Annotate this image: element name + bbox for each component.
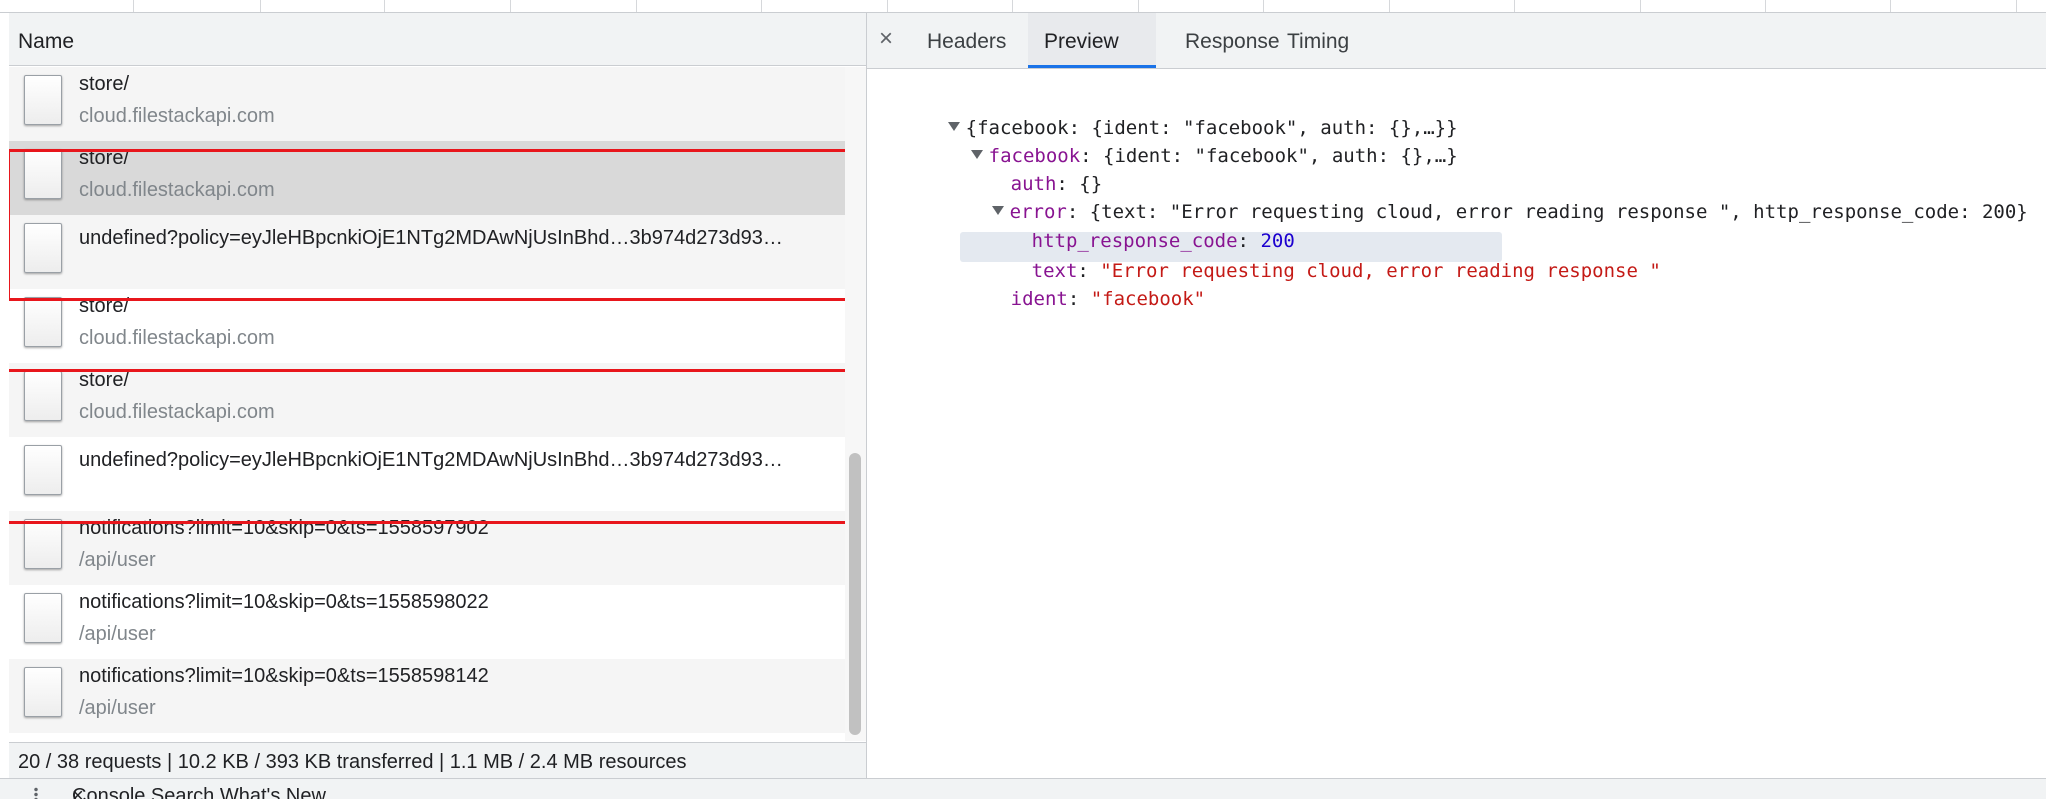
request-domain: cloud.filestackapi.com bbox=[79, 327, 275, 349]
document-icon bbox=[24, 445, 62, 495]
request-name: undefined?policy=eyJleHBpcnkiOjE1NTg2MDA… bbox=[79, 227, 783, 249]
timeline-gridline bbox=[1012, 0, 1013, 12]
request-list-scrollbar[interactable] bbox=[845, 67, 866, 741]
document-icon bbox=[24, 593, 62, 643]
name-column-header[interactable]: Name bbox=[9, 13, 866, 66]
drawer-tabs-label[interactable]: Console Search What's New bbox=[72, 785, 326, 799]
close-icon[interactable]: × bbox=[879, 27, 893, 51]
timeline-gridline bbox=[887, 0, 888, 12]
request-row[interactable]: undefined?policy=eyJleHBpcnkiOjE1NTg2MDA… bbox=[9, 437, 845, 511]
document-icon bbox=[24, 667, 62, 717]
request-details-panel: × Headers Preview Response Timing {faceb… bbox=[867, 13, 2046, 778]
request-path: /api/user bbox=[79, 623, 156, 645]
request-row[interactable]: store/ cloud.filestackapi.com bbox=[9, 67, 845, 141]
request-row-selected[interactable]: store/ cloud.filestackapi.com bbox=[9, 141, 845, 215]
timeline-gridline bbox=[761, 0, 762, 12]
name-column-label: Name bbox=[18, 30, 75, 53]
tab-headers[interactable]: Headers bbox=[927, 30, 1006, 54]
document-icon bbox=[24, 297, 62, 347]
tab-timing[interactable]: Timing bbox=[1287, 30, 1349, 54]
request-name: notifications?limit=10&skip=0&ts=1558598… bbox=[79, 591, 489, 613]
request-name: undefined?policy=eyJleHBpcnkiOjE1NTg2MDA… bbox=[79, 449, 783, 471]
timeline-gridline bbox=[1640, 0, 1641, 12]
request-domain: cloud.filestackapi.com bbox=[79, 401, 275, 423]
request-rows: store/ cloud.filestackapi.com store/ clo… bbox=[9, 67, 845, 741]
request-list-panel: Name store/ cloud.filestackapi.com store… bbox=[9, 13, 867, 778]
timeline-gridline bbox=[1514, 0, 1515, 12]
json-ident-node[interactable]: ident: "facebook" bbox=[942, 260, 1205, 338]
request-path: /api/user bbox=[79, 549, 156, 571]
json-summary: : {ident: "facebook", auth: {},…} bbox=[1080, 145, 1458, 167]
document-icon bbox=[24, 75, 62, 125]
network-timeline-overview[interactable] bbox=[0, 0, 2046, 13]
request-name: notifications?limit=10&skip=0&ts=1558598… bbox=[79, 665, 489, 687]
tab-preview[interactable]: Preview bbox=[1044, 30, 1119, 54]
request-row[interactable]: store/ cloud.filestackapi.com bbox=[9, 363, 845, 437]
scrollbar-thumb[interactable] bbox=[849, 453, 861, 735]
request-row[interactable]: undefined?policy=eyJleHBpcnkiOjE1NTg2MDA… bbox=[9, 215, 845, 289]
document-icon bbox=[24, 149, 62, 199]
document-icon bbox=[24, 371, 62, 421]
close-icon[interactable]: × bbox=[72, 785, 84, 799]
json-string-value: "facebook" bbox=[1090, 288, 1206, 310]
document-icon bbox=[24, 223, 62, 273]
request-name: store/ bbox=[79, 369, 130, 391]
timeline-gridline bbox=[1890, 0, 1891, 12]
timeline-gridline bbox=[384, 0, 385, 12]
tab-response[interactable]: Response bbox=[1185, 30, 1280, 54]
request-row[interactable]: notifications?limit=10&skip=0&ts=1558597… bbox=[9, 511, 845, 585]
console-drawer-tabbar: Console Search What's New × bbox=[0, 778, 2046, 799]
timeline-gridline bbox=[636, 0, 637, 12]
request-name: store/ bbox=[79, 73, 130, 95]
network-summary-text: 20 / 38 requests | 10.2 KB / 393 KB tran… bbox=[18, 751, 687, 773]
network-summary-bar: 20 / 38 requests | 10.2 KB / 393 KB tran… bbox=[9, 742, 866, 778]
active-tab-indicator bbox=[1028, 65, 1156, 68]
timeline-gridline bbox=[1138, 0, 1139, 12]
request-name: notifications?limit=10&skip=0&ts=1558597… bbox=[79, 517, 489, 539]
timeline-gridline bbox=[1263, 0, 1264, 12]
timeline-gridline bbox=[133, 0, 134, 12]
timeline-gridline bbox=[260, 0, 261, 12]
timeline-gridline bbox=[1765, 0, 1766, 12]
json-separator: : bbox=[1067, 288, 1091, 310]
request-row[interactable]: notifications?limit=10&skip=0&ts=1558598… bbox=[9, 585, 845, 659]
json-key: ident bbox=[1010, 288, 1068, 310]
details-tabbar: × Headers Preview Response Timing bbox=[867, 13, 2046, 69]
request-name: store/ bbox=[79, 147, 130, 169]
document-icon bbox=[24, 519, 62, 569]
timeline-gridline bbox=[510, 0, 511, 12]
request-domain: cloud.filestackapi.com bbox=[79, 179, 275, 201]
request-row[interactable]: notifications?limit=10&skip=0&ts=1558598… bbox=[9, 659, 845, 733]
timeline-gridline bbox=[2016, 0, 2017, 12]
request-name: store/ bbox=[79, 295, 130, 317]
more-options-icon[interactable] bbox=[34, 787, 38, 799]
timeline-gridline bbox=[1389, 0, 1390, 12]
request-domain: cloud.filestackapi.com bbox=[79, 105, 275, 127]
request-path: /api/user bbox=[79, 697, 156, 719]
request-row[interactable]: store/ cloud.filestackapi.com bbox=[9, 289, 845, 363]
